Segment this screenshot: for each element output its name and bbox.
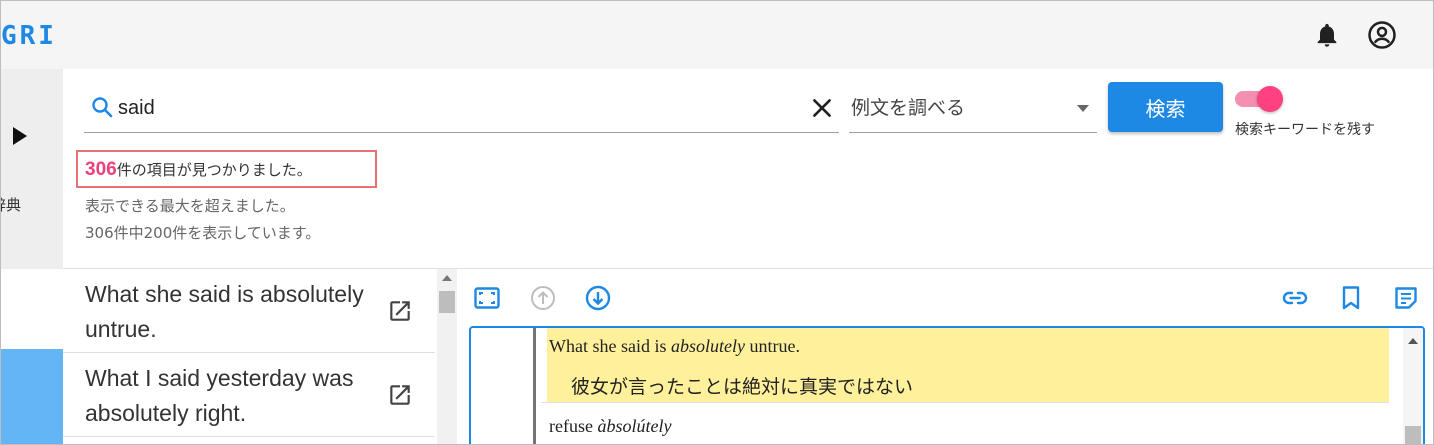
search-input[interactable] <box>118 93 798 123</box>
keep-keyword-toggle[interactable] <box>1235 86 1283 112</box>
search-button[interactable]: 検索 <box>1108 82 1223 132</box>
example-english-keyword: absolutely <box>670 336 745 356</box>
fullscreen-icon[interactable] <box>473 284 501 312</box>
chevron-down-icon <box>1077 105 1089 112</box>
list-scrollbar[interactable] <box>437 269 457 444</box>
account-circle-icon[interactable] <box>1367 20 1397 50</box>
scroll-up-arrow-icon[interactable] <box>1408 338 1418 344</box>
open-in-new-icon[interactable] <box>387 382 413 408</box>
example-japanese: 彼女が言ったことは絶対に真実ではない <box>571 376 914 398</box>
scroll-up-arrow-icon[interactable] <box>442 275 452 281</box>
list-item-text: What I said yesterday was absolutely rig… <box>85 365 354 426</box>
close-icon[interactable] <box>809 95 835 121</box>
side-rail: 辞典 <box>1 69 63 269</box>
bell-icon[interactable] <box>1313 21 1341 49</box>
list-item[interactable]: What I said yesterday was absolutely rig… <box>63 353 435 437</box>
search-mode-select[interactable]: 例文を調べる <box>849 85 1097 133</box>
example-english: What she said is absolutely untrue. <box>549 336 800 357</box>
play-arrow-icon[interactable] <box>11 125 29 147</box>
search-mode-value: 例文を調べる <box>851 97 966 119</box>
list-item-text: What she said is absolutely untrue. <box>85 281 364 342</box>
detail-toolbar <box>459 269 1433 323</box>
keep-keyword-label: 検索キーワードを残す <box>1235 122 1375 138</box>
app-logo[interactable]: GRI <box>1 21 57 51</box>
arrow-up-circle-icon[interactable] <box>529 284 557 312</box>
scrollbar-thumb[interactable] <box>439 291 455 313</box>
result-found-text: 件の項目が見つかりました。 <box>116 161 312 179</box>
next-example-keyword: àbsolútely <box>597 416 672 436</box>
link-icon[interactable] <box>1281 284 1309 312</box>
arrow-down-circle-icon[interactable] <box>584 284 612 312</box>
example-english-part: What she said is <box>549 336 671 356</box>
result-count-line: 306件の項目が見つかりました。 <box>85 159 312 181</box>
example-english-part: untrue. <box>744 336 800 356</box>
next-example: refuse àbsolútely <box>549 416 671 437</box>
detail-left-rule <box>533 328 536 444</box>
detail-scrollbar[interactable] <box>1403 328 1423 444</box>
app-bar: GRI <box>1 1 1433 69</box>
app-window: GRI 辞典 例文を調べる 検索 検索キー <box>0 0 1434 445</box>
result-shown-note: 306件中200件を表示しています。 <box>85 224 321 242</box>
detail-panel: What she said is absolutely untrue. 彼女が言… <box>469 326 1425 444</box>
result-limit-note: 表示できる最大を超えました。 <box>85 197 295 215</box>
list-selection-indicator <box>1 349 63 444</box>
bookmark-icon[interactable] <box>1337 284 1365 312</box>
search-field <box>84 85 839 133</box>
list-item[interactable]: What she said is absolutely untrue. <box>63 269 435 353</box>
note-icon[interactable] <box>1392 284 1420 312</box>
open-in-new-icon[interactable] <box>387 298 413 324</box>
rail-dictionary-label[interactable]: 辞典 <box>1 194 21 215</box>
toggle-thumb <box>1257 86 1283 112</box>
example-separator <box>541 402 1389 403</box>
result-count: 306 <box>85 159 117 180</box>
search-icon <box>92 97 113 118</box>
scrollbar-thumb[interactable] <box>1405 426 1421 444</box>
next-example-part: refuse <box>549 416 598 436</box>
